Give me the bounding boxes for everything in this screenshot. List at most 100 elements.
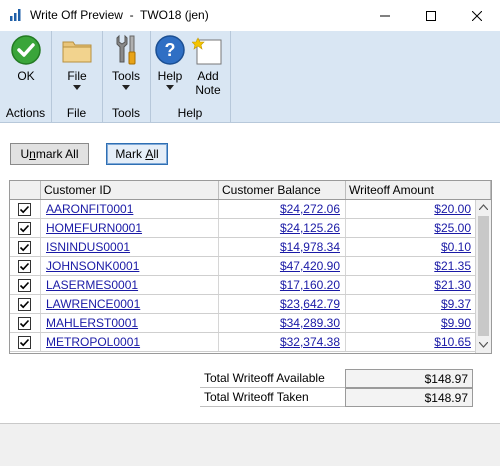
scroll-down-icon[interactable] xyxy=(479,342,488,348)
ribbon-group-file: File File xyxy=(51,31,103,122)
column-header-balance[interactable]: Customer Balance xyxy=(219,181,346,199)
scrollbar-thumb[interactable] xyxy=(478,216,489,336)
table-row[interactable]: LAWRENCE0001 $23,642.79 $9.37 xyxy=(10,295,476,314)
grid-vertical-scrollbar[interactable] xyxy=(475,200,491,353)
help-icon: ? xyxy=(155,35,185,65)
tools-button[interactable]: Tools xyxy=(108,33,144,90)
customer-id-link[interactable]: AARONFIT0001 xyxy=(46,202,133,216)
unmark-all-label-a: U xyxy=(20,147,30,161)
writeoff-cell: $10.65 xyxy=(346,333,476,351)
balance-cell: $14,978.34 xyxy=(219,238,346,256)
customer-grid[interactable]: Customer ID Customer Balance Writeoff Am… xyxy=(9,180,492,354)
writeoff-link[interactable]: $25.00 xyxy=(434,221,471,235)
main-content: Un mark All Mark All Customer ID Customer… xyxy=(0,123,500,423)
unmark-all-button[interactable]: Un mark All xyxy=(10,143,89,165)
row-checkbox[interactable] xyxy=(18,203,31,216)
balance-cell: $17,160.20 xyxy=(219,276,346,294)
app-icon xyxy=(10,9,21,21)
writeoff-cell: $21.30 xyxy=(346,276,476,294)
row-checkbox[interactable] xyxy=(18,260,31,273)
mark-cell xyxy=(10,295,41,313)
mark-all-label-c: ll xyxy=(153,147,159,161)
row-checkbox[interactable] xyxy=(18,222,31,235)
tools-label: Tools xyxy=(111,69,140,83)
close-button[interactable] xyxy=(454,0,500,31)
balance-cell: $23,642.79 xyxy=(219,295,346,313)
writeoff-link[interactable]: $10.65 xyxy=(434,335,471,349)
add-note-button[interactable]: Add Note xyxy=(190,33,226,97)
group-label-file: File xyxy=(66,106,87,120)
customer-id-link[interactable]: ISNINDUS0001 xyxy=(46,240,130,254)
balance-link[interactable]: $14,978.34 xyxy=(280,240,340,254)
balance-cell: $32,374.38 xyxy=(219,333,346,351)
scroll-up-icon[interactable] xyxy=(479,204,488,210)
total-taken-label: Total Writeoff Taken xyxy=(200,388,345,407)
table-row[interactable]: MAHLERST0001 $34,289.30 $9.90 xyxy=(10,314,476,333)
balance-link[interactable]: $24,272.06 xyxy=(280,202,340,216)
table-row[interactable]: AARONFIT0001 $24,272.06 $20.00 xyxy=(10,200,476,219)
column-header-mark[interactable] xyxy=(10,181,41,199)
window-title: Write Off Preview - TWO18 (jen) xyxy=(30,8,209,22)
mark-cell xyxy=(10,200,41,218)
customer-id-link[interactable]: METROPOL0001 xyxy=(46,335,140,349)
column-header-writeoff[interactable]: Writeoff Amount xyxy=(346,181,491,199)
mark-cell xyxy=(10,238,41,256)
customer-id-link[interactable]: LAWRENCE0001 xyxy=(46,297,140,311)
mark-cell xyxy=(10,314,41,332)
minimize-button[interactable] xyxy=(362,0,408,31)
table-row[interactable]: METROPOL0001 $32,374.38 $10.65 xyxy=(10,333,476,352)
note-icon xyxy=(192,37,222,65)
balance-link[interactable]: $47,420.90 xyxy=(280,259,340,273)
customer-id-link[interactable]: MAHLERST0001 xyxy=(46,316,138,330)
writeoff-link[interactable]: $0.10 xyxy=(441,240,471,254)
customer-id-link[interactable]: HOMEFURN0001 xyxy=(46,221,142,235)
balance-link[interactable]: $23,642.79 xyxy=(280,297,340,311)
customer-id-cell: LASERMES0001 xyxy=(41,276,219,294)
balance-link[interactable]: $34,289.30 xyxy=(280,316,340,330)
ok-button[interactable]: OK xyxy=(8,33,44,83)
group-label-help: Help xyxy=(177,106,203,120)
customer-id-cell: HOMEFURN0001 xyxy=(41,219,219,237)
unmark-all-label-b: n xyxy=(29,147,36,161)
balance-cell: $47,420.90 xyxy=(219,257,346,275)
customer-id-link[interactable]: LASERMES0001 xyxy=(46,278,138,292)
row-checkbox[interactable] xyxy=(18,317,31,330)
writeoff-link[interactable]: $21.35 xyxy=(434,259,471,273)
balance-cell: $34,289.30 xyxy=(219,314,346,332)
total-taken-row: Total Writeoff Taken $148.97 xyxy=(200,388,473,407)
writeoff-link[interactable]: $9.90 xyxy=(441,316,471,330)
writeoff-link[interactable]: $20.00 xyxy=(434,202,471,216)
status-bar xyxy=(0,423,500,466)
table-row[interactable]: LASERMES0001 $17,160.20 $21.30 xyxy=(10,276,476,295)
writeoff-cell: $25.00 xyxy=(346,219,476,237)
table-row[interactable]: JOHNSONK0001 $47,420.90 $21.35 xyxy=(10,257,476,276)
mark-cell xyxy=(10,257,41,275)
minimize-icon xyxy=(380,15,390,16)
chevron-down-icon xyxy=(73,85,81,90)
writeoff-cell: $9.90 xyxy=(346,314,476,332)
maximize-button[interactable] xyxy=(408,0,454,31)
mark-all-button[interactable]: Mark All xyxy=(106,143,168,165)
mark-cell xyxy=(10,276,41,294)
close-icon xyxy=(472,10,482,21)
row-checkbox[interactable] xyxy=(18,279,31,292)
customer-id-cell: LAWRENCE0001 xyxy=(41,295,219,313)
mark-cell xyxy=(10,219,41,237)
table-row[interactable]: ISNINDUS0001 $14,978.34 $0.10 xyxy=(10,238,476,257)
table-row[interactable]: HOMEFURN0001 $24,125.26 $25.00 xyxy=(10,219,476,238)
balance-link[interactable]: $32,374.38 xyxy=(280,335,340,349)
ribbon-group-tools: Tools Tools xyxy=(102,31,151,122)
row-checkbox[interactable] xyxy=(18,241,31,254)
balance-link[interactable]: $17,160.20 xyxy=(280,278,340,292)
add-note-label-line2: Note xyxy=(195,83,221,97)
writeoff-link[interactable]: $9.37 xyxy=(441,297,471,311)
writeoff-cell: $21.35 xyxy=(346,257,476,275)
customer-id-link[interactable]: JOHNSONK0001 xyxy=(46,259,139,273)
file-button[interactable]: File xyxy=(59,33,95,90)
balance-link[interactable]: $24,125.26 xyxy=(280,221,340,235)
writeoff-link[interactable]: $21.30 xyxy=(434,278,471,292)
row-checkbox[interactable] xyxy=(18,298,31,311)
row-checkbox[interactable] xyxy=(18,336,31,349)
column-header-customer-id[interactable]: Customer ID xyxy=(41,181,219,199)
help-button[interactable]: ? Help xyxy=(152,33,188,90)
